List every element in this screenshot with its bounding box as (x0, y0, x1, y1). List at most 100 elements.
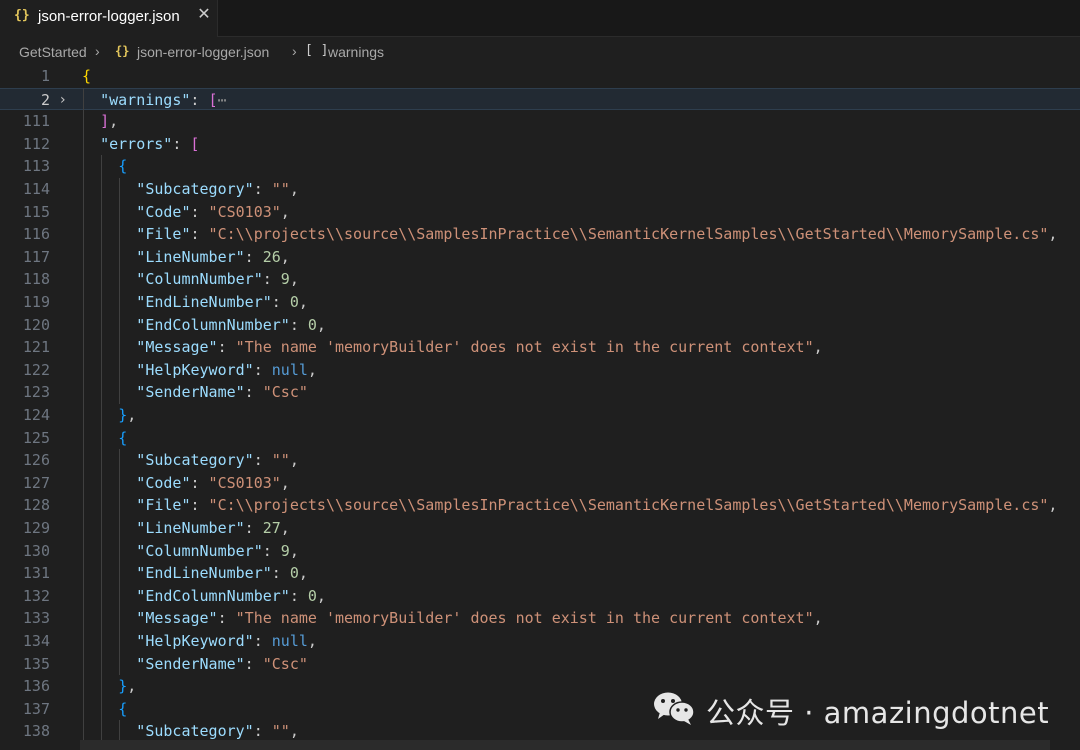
code-line[interactable]: 1{ (0, 65, 1080, 88)
code-token: ⋯ (217, 90, 227, 109)
code-line[interactable]: 113 { (0, 155, 1080, 178)
line-number: 115 (22, 202, 50, 221)
line-number: 112 (22, 134, 50, 153)
code-text: "Code": "CS0103", (136, 472, 290, 495)
code-text: "Code": "CS0103", (136, 201, 290, 224)
code-token: : (244, 654, 263, 673)
code-line[interactable]: 123 "SenderName": "Csc" (0, 381, 1080, 404)
code-text: { (82, 65, 91, 88)
code-token: : (289, 315, 308, 334)
line-number: 1 (40, 67, 50, 85)
code-token: "Subcategory" (136, 722, 254, 741)
code-line[interactable]: 129 "LineNumber": 27, (0, 517, 1080, 540)
code-line[interactable]: 116 "File": "C:\\projects\\source\\Sample… (0, 223, 1080, 246)
breadcrumb-folder[interactable]: GetStarted (19, 44, 87, 60)
code-token: { (82, 67, 92, 85)
code-text: "Message": "The name 'memoryBuilder' doe… (136, 607, 822, 630)
code-text: "File": "C:\\projects\\source\\SamplesIn… (136, 223, 1057, 246)
code-line[interactable]: 118 "ColumnNumber": 9, (0, 268, 1080, 291)
fold-chevron-icon[interactable]: › (60, 89, 74, 112)
code-editor[interactable]: 1{2 › "warnings": [⋯ 111], 112 "errors": [113… (0, 65, 1080, 750)
code-line[interactable]: 131 "EndLineNumber": 0, (0, 562, 1080, 585)
line-number: 124 (22, 406, 50, 424)
json-file-icon: {} (115, 44, 130, 58)
code-line[interactable]: 2 › "warnings": [⋯ (0, 87, 1080, 112)
code-token: : (253, 180, 272, 198)
code-token: , (813, 338, 823, 357)
horizontal-scrollbar[interactable] (80, 740, 1050, 750)
code-line[interactable]: 133 "Message": "The name 'memoryBuilder' … (0, 607, 1080, 630)
code-line[interactable]: 114 "Subcategory": "", (0, 178, 1080, 201)
code-token: { (118, 428, 128, 447)
code-token: 0 (289, 293, 299, 311)
code-token: "Code" (136, 473, 191, 492)
code-token: { (118, 699, 128, 718)
code-line[interactable]: 121 "Message": "The name 'memoryBuilder' … (0, 336, 1080, 359)
indent-guide (118, 178, 120, 404)
code-line[interactable]: 124}, (0, 404, 1080, 427)
code-token: , (280, 247, 290, 266)
code-token: : (271, 293, 290, 311)
code-token: ] (100, 112, 110, 131)
code-token: , (280, 202, 290, 221)
code-text: "warnings": [⋯ (100, 89, 226, 112)
code-line[interactable]: 117 "LineNumber": 26, (0, 246, 1080, 269)
line-number: 136 (22, 677, 50, 696)
code-token: , (289, 180, 299, 198)
code-line[interactable]: 122 "HelpKeyword": null, (0, 359, 1080, 382)
code-line[interactable]: 128 "File": "C:\\projects\\source\\Sample… (0, 494, 1080, 517)
code-line[interactable]: 134 "HelpKeyword": null, (0, 630, 1080, 653)
code-token: { (118, 157, 128, 176)
code-text: ], (100, 110, 118, 133)
line-number: 2 (40, 90, 50, 109)
code-text: "LineNumber": 26, (136, 246, 290, 269)
breadcrumb-node[interactable]: warnings (328, 44, 384, 60)
json-file-icon: {} (14, 8, 30, 23)
code-token: "The name 'memoryBuilder' does not exist… (235, 338, 814, 357)
code-line[interactable]: 112 "errors": [ (0, 133, 1080, 156)
code-token: 9 (280, 541, 290, 560)
tab-json-error-logger[interactable]: {} json-error-logger.json ✕ (0, 0, 218, 37)
code-line[interactable]: 125 { (0, 427, 1080, 450)
code-text: "ColumnNumber": 9, (136, 268, 299, 291)
line-number: 126 (22, 451, 50, 470)
line-number: 135 (22, 654, 50, 673)
code-line[interactable]: 127 "Code": "CS0103", (0, 472, 1080, 495)
code-token: , (1048, 496, 1058, 515)
code-token: "File" (136, 496, 191, 515)
code-text: "EndColumnNumber": 0, (136, 314, 326, 337)
code-line[interactable]: 130 "ColumnNumber": 9, (0, 540, 1080, 563)
code-line[interactable]: 120 "EndColumnNumber": 0, (0, 314, 1080, 337)
code-line[interactable]: 126 "Subcategory": "", (0, 449, 1080, 472)
code-token: "" (271, 722, 290, 741)
code-line[interactable]: 132 "EndColumnNumber": 0, (0, 585, 1080, 608)
code-line[interactable]: 111], (0, 110, 1080, 133)
code-token: "EndColumnNumber" (136, 586, 290, 605)
wechat-icon (654, 692, 695, 725)
code-token: 27 (262, 519, 281, 537)
code-token: [ (208, 90, 218, 109)
indent-guide (100, 155, 102, 743)
code-line[interactable]: 115 "Code": "CS0103", (0, 201, 1080, 224)
code-token: , (127, 677, 137, 696)
chevron-right-icon: › (95, 43, 100, 59)
code-line[interactable]: 119 "EndLineNumber": 0, (0, 291, 1080, 314)
code-token: "CS0103" (208, 473, 281, 492)
close-icon[interactable]: ✕ (196, 7, 212, 23)
array-icon: [ ] (305, 43, 329, 58)
chevron-right-icon: › (292, 43, 297, 59)
line-number: 127 (22, 473, 50, 492)
code-token: , (280, 473, 290, 492)
code-token: "HelpKeyword" (136, 360, 254, 379)
code-token: "C:\\projects\\source\\SamplesInPractice… (208, 225, 1049, 244)
line-number: 119 (22, 293, 50, 311)
code-text: { (118, 698, 127, 721)
line-number: 137 (22, 699, 50, 718)
code-text: "HelpKeyword": null, (136, 630, 317, 653)
code-token: 0 (307, 586, 317, 605)
breadcrumb-file[interactable]: json-error-logger.json (137, 44, 269, 60)
code-token: : (244, 383, 263, 402)
code-token: , (316, 315, 326, 334)
line-number: 117 (22, 247, 50, 266)
code-line[interactable]: 135 "SenderName": "Csc" (0, 653, 1080, 676)
